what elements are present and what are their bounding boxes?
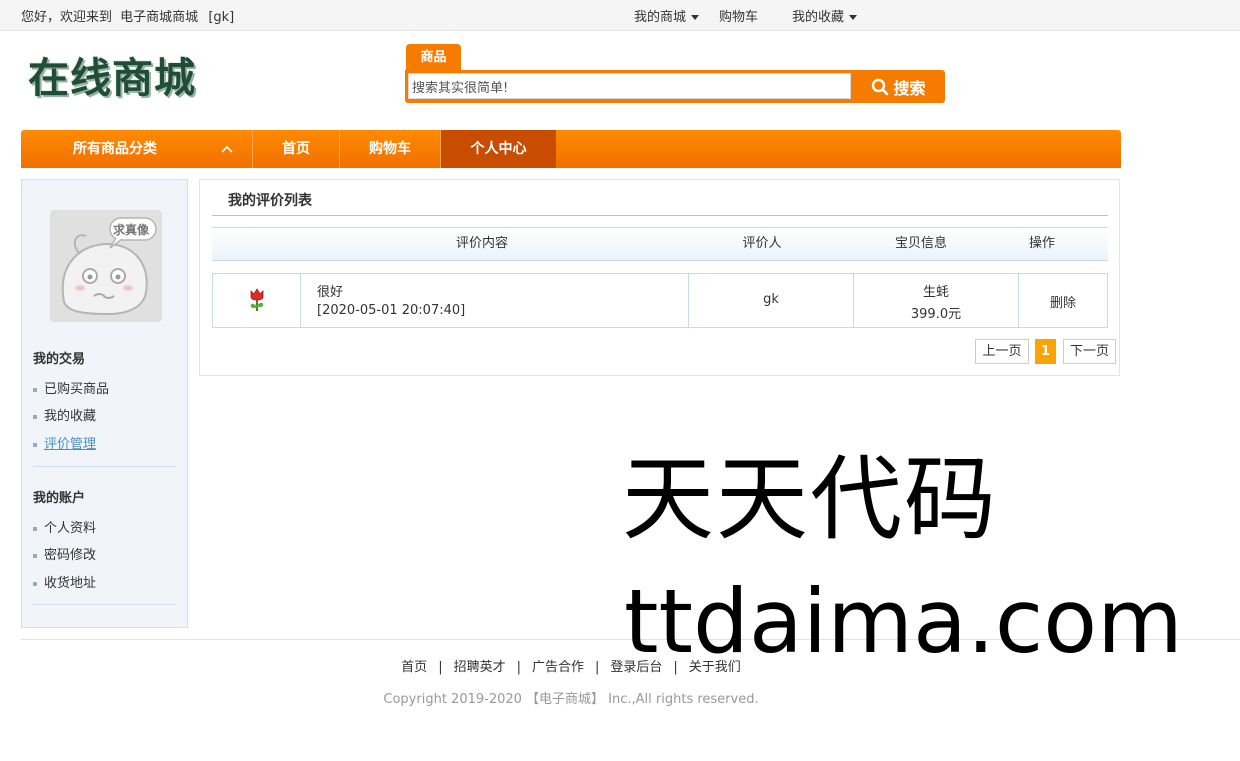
row-product-cell: 生蚝 399.0元 <box>854 274 1019 327</box>
sidebar-link-label: 个人资料 <box>44 521 97 536</box>
search-icon <box>872 78 889 95</box>
row-reviewer-cell: gk <box>689 274 854 327</box>
footer-link-home[interactable]: 首页 <box>401 660 427 675</box>
table-header: 评价内容 评价人 宝贝信息 操作 <box>212 227 1108 261</box>
sidebar-link-label: 评价管理 <box>44 437 97 452</box>
welcome-prefix: 您好，欢迎来到 <box>21 10 113 25</box>
caret-down-icon <box>849 15 858 20</box>
table-row: 很好 [2020-05-01 20:07:40] gk 生蚝 399.0元 删除 <box>212 273 1108 328</box>
bullet-icon <box>33 581 37 586</box>
sidebar-divider <box>33 604 176 605</box>
flower-icon <box>250 288 264 311</box>
footer-separator: | <box>595 660 600 675</box>
sidebar-link-label: 我的收藏 <box>44 409 97 424</box>
sidebar: 求真像 我的交易 已购买商品 我的收藏 评价管理 我的账户 个人资料 密码修改 … <box>21 179 188 628</box>
watermark-line-1: 天天代码 <box>622 446 999 553</box>
avatar[interactable]: 求真像 <box>50 210 162 322</box>
sidebar-item-purchased[interactable]: 已购买商品 <box>33 378 109 397</box>
top-cart-label: 购物车 <box>719 10 759 25</box>
sidebar-link-label: 收货地址 <box>44 576 97 591</box>
page-title: 我的评价列表 <box>228 193 312 209</box>
my-mall-menu[interactable]: 我的商城 <box>634 6 700 25</box>
page-number-current[interactable]: 1 <box>1035 339 1056 364</box>
bullet-icon <box>33 553 37 558</box>
col-reviewer: 评价人 <box>742 236 782 251</box>
search-input[interactable] <box>408 73 851 99</box>
footer-separator: | <box>516 660 521 675</box>
sidebar-item-address[interactable]: 收货地址 <box>33 572 96 591</box>
footer-link-jobs[interactable]: 招聘英才 <box>454 660 506 675</box>
main-nav: 所有商品分类 首页 购物车 个人中心 <box>21 130 1121 168</box>
row-icon-cell <box>213 274 301 327</box>
comment-time: [2020-05-01 20:07:40] <box>317 303 466 318</box>
sidebar-item-favorites[interactable]: 我的收藏 <box>33 405 96 424</box>
sidebar-item-password[interactable]: 密码修改 <box>33 544 96 563</box>
my-mall-label: 我的商城 <box>634 10 687 25</box>
search-tab-products[interactable]: 商品 <box>406 44 461 72</box>
nav-home[interactable]: 首页 <box>253 130 339 168</box>
sidebar-link-label: 密码修改 <box>44 548 97 563</box>
next-page-button[interactable]: 下一页 <box>1063 339 1116 364</box>
top-bar: 您好，欢迎来到 电子商城商城 [gk] 我的商城 购物车 我的收藏 <box>0 0 1240 31</box>
reviewer-name: gk <box>763 292 779 307</box>
search-button[interactable]: 搜索 <box>854 72 943 101</box>
current-user: [gk] <box>208 10 235 25</box>
title-divider <box>212 215 1108 216</box>
footer-separator: | <box>438 660 443 675</box>
row-comment-cell: 很好 [2020-05-01 20:07:40] <box>301 274 689 327</box>
sidebar-item-profile[interactable]: 个人资料 <box>33 517 96 536</box>
welcome-text: 您好，欢迎来到 电子商城商城 [gk] <box>21 6 234 25</box>
avatar-caption: 求真像 <box>113 223 150 237</box>
sidebar-section-trades: 我的交易 <box>33 352 86 367</box>
col-comment: 评价内容 <box>455 236 508 251</box>
favorites-menu[interactable]: 我的收藏 <box>792 6 858 25</box>
watermark-line-2: ttdaima.com <box>624 570 1183 673</box>
sidebar-section-account: 我的账户 <box>33 491 86 506</box>
nav-personal-center[interactable]: 个人中心 <box>441 130 556 168</box>
comment-text: 很好 <box>317 285 344 300</box>
delete-button[interactable]: 删除 <box>1019 292 1107 311</box>
nav-all-categories[interactable]: 所有商品分类 <box>21 130 252 168</box>
caret-down-icon <box>691 15 700 20</box>
footer-link-ads[interactable]: 广告合作 <box>532 660 584 675</box>
bullet-icon <box>33 387 37 392</box>
copyright-text: Copyright 2019-2020 【电子商城】 Inc.,All righ… <box>383 692 759 707</box>
sidebar-item-reviews[interactable]: 评价管理 <box>33 433 96 452</box>
search-button-label: 搜索 <box>893 78 926 98</box>
col-action: 操作 <box>1028 236 1055 251</box>
chevron-up-icon <box>221 145 233 153</box>
nav-cart[interactable]: 购物车 <box>340 130 440 168</box>
nav-categories-label: 所有商品分类 <box>73 141 157 157</box>
prev-page-button[interactable]: 上一页 <box>975 339 1029 364</box>
favorites-label: 我的收藏 <box>792 10 845 25</box>
top-cart-link[interactable]: 购物车 <box>719 6 758 25</box>
sidebar-link-label: 已购买商品 <box>44 382 110 397</box>
bullet-icon <box>33 442 37 447</box>
col-product: 宝贝信息 <box>894 236 947 251</box>
product-name[interactable]: 生蚝 <box>854 281 1018 300</box>
search-bar: 搜索 <box>405 70 945 103</box>
reviews-panel: 我的评价列表 评价内容 评价人 宝贝信息 操作 很好 [2020-05-01 2… <box>199 179 1120 376</box>
site-name: 电子商城商城 <box>120 10 199 25</box>
site-logo[interactable]: 在线商城 <box>28 53 196 103</box>
product-price: 399.0元 <box>910 307 962 322</box>
bullet-icon <box>33 414 37 419</box>
row-action-cell: 删除 <box>1019 274 1107 327</box>
bullet-icon <box>33 526 37 531</box>
sidebar-divider <box>33 466 176 467</box>
